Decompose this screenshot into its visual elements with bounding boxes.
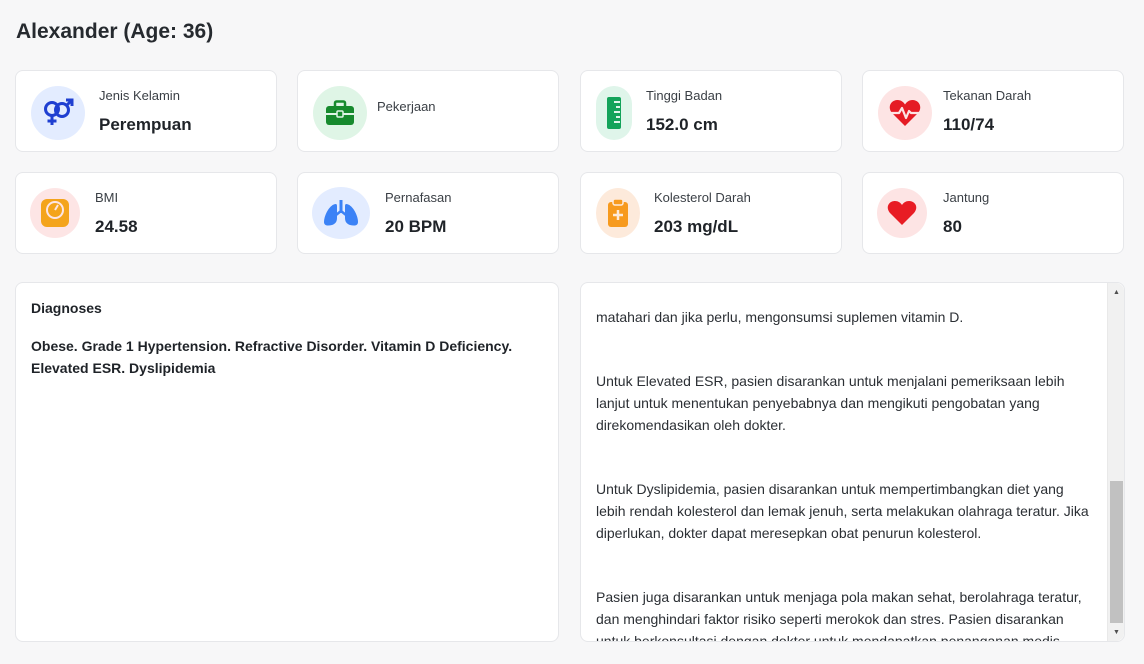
recommendation-paragraph: Untuk Elevated ESR, pasien disarankan un… [596, 373, 1065, 433]
card-value: 203 mg/dL [654, 217, 739, 236]
card-value: 80 [943, 217, 962, 236]
card-blood-pressure: Tekanan Darah 110/74 [862, 70, 1124, 152]
diagnoses-title: Diagnoses [31, 300, 102, 316]
recommendations-panel[interactable]: matahari dan jika perlu, mengonsumsi sup… [580, 282, 1125, 642]
recommendations-text: matahari dan jika perlu, mengonsumsi sup… [596, 285, 1091, 641]
recommendation-paragraph: matahari dan jika perlu, mengonsumsi sup… [596, 308, 964, 325]
card-height: Tinggi Badan 152.0 cm [580, 70, 842, 152]
page-title: Alexander (Age: 36) [16, 20, 214, 43]
recommendations-scroll-area[interactable]: matahari dan jika perlu, mengonsumsi sup… [581, 283, 1107, 641]
card-value: Perempuan [99, 115, 192, 134]
card-bmi: BMI 24.58 [15, 172, 277, 254]
card-label: Tinggi Badan [646, 88, 723, 103]
gender-icon [31, 86, 85, 140]
heart-icon [877, 188, 927, 238]
lungs-icon [312, 187, 370, 239]
scroll-down-arrow-icon[interactable]: ▼ [1108, 624, 1125, 640]
card-label: Pekerjaan [377, 99, 436, 114]
card-label: Jenis Kelamin [99, 88, 180, 103]
card-heart-rate: Jantung 80 [862, 172, 1124, 254]
briefcase-icon [313, 86, 367, 140]
card-label: Jantung [943, 190, 990, 205]
recommendation-paragraph: Untuk Dyslipidemia, pasien disarankan un… [596, 481, 1089, 541]
card-value: 20 BPM [385, 217, 447, 236]
card-value: 110/74 [943, 115, 995, 134]
recommendation-paragraph: Pasien juga disarankan untuk menjaga pol… [596, 589, 1082, 641]
card-respiration: Pernafasan 20 BPM [297, 172, 559, 254]
diagnoses-text: Obese. Grade 1 Hypertension. Refractive … [31, 338, 513, 376]
card-value: 152.0 cm [646, 115, 718, 134]
ruler-icon [596, 86, 632, 140]
card-label: Pernafasan [385, 190, 452, 205]
clipboard-plus-icon [596, 188, 640, 238]
scrollbar-thumb[interactable] [1110, 481, 1123, 623]
card-gender: Jenis Kelamin Perempuan [15, 70, 277, 152]
card-cholesterol: Kolesterol Darah 203 mg/dL [580, 172, 842, 254]
card-occupation: Pekerjaan [297, 70, 559, 152]
scroll-up-arrow-icon[interactable]: ▲ [1108, 284, 1125, 300]
scale-icon [30, 188, 80, 238]
diagnoses-panel: Diagnoses Obese. Grade 1 Hypertension. R… [15, 282, 559, 642]
vertical-scrollbar[interactable]: ▲ ▼ [1107, 283, 1124, 641]
card-value: 24.58 [95, 217, 138, 236]
card-label: Tekanan Darah [943, 88, 1032, 103]
card-label: Kolesterol Darah [654, 190, 751, 205]
card-label: BMI [95, 190, 119, 205]
heart-pulse-icon [878, 86, 932, 140]
